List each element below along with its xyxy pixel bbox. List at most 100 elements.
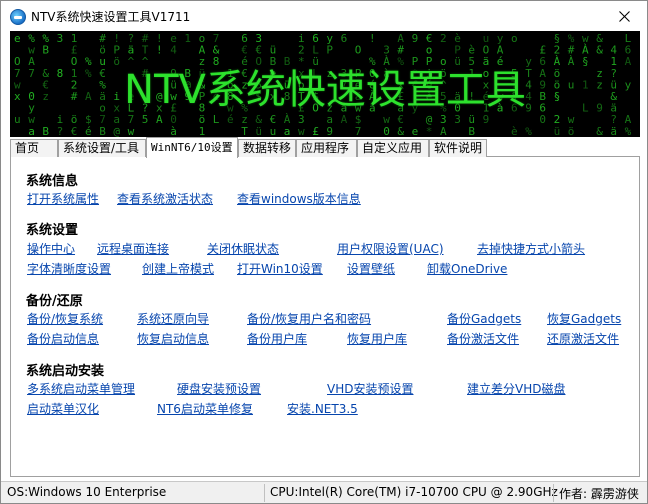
tab-panel-winnt6-10: 系统信息 打开系统属性 查看系统激活状态 查看windows版本信息 系统设置 …: [10, 157, 640, 477]
tab-winnt6-10[interactable]: WinNT6/10设置: [146, 137, 238, 158]
link-backup-user-library[interactable]: 备份用户库: [247, 330, 307, 347]
link-create-diff-vhd[interactable]: 建立差分VHD磁盘: [467, 380, 565, 397]
tab-system-tools[interactable]: 系统设置/工具: [58, 139, 146, 157]
matrix-glyph: w: [298, 125, 305, 137]
matrix-glyph: &: [596, 44, 603, 57]
banner-title: NTV系统快速设置工具: [124, 67, 526, 113]
matrix-glyph: 3: [454, 113, 461, 126]
status-bar: OS:Windows 10 Enterprise CPU:Intel(R) Co…: [1, 481, 647, 503]
link-nt6-boot-repair[interactable]: NT6启动菜单修复: [157, 400, 253, 417]
link-vhd-install-preset[interactable]: VHD安装预设置: [327, 380, 413, 397]
matrix-glyph: *: [426, 125, 433, 137]
link-uninstall-onedrive[interactable]: 卸载OneDrive: [427, 260, 507, 277]
link-hdd-install-preset[interactable]: 硬盘安装预设置: [177, 380, 261, 397]
close-button[interactable]: [601, 1, 647, 31]
app-globe-icon: [10, 9, 26, 25]
matrix-glyph: u: [14, 113, 21, 126]
matrix-glyph: 9: [483, 113, 490, 126]
link-backup-activation-file[interactable]: 备份激活文件: [447, 330, 519, 347]
link-backup-gadgets[interactable]: 备份Gadgets: [447, 310, 521, 327]
matrix-glyph: %: [525, 125, 532, 137]
matrix-glyph: A: [341, 113, 348, 126]
matrix-glyph: à: [170, 125, 177, 137]
tab-help[interactable]: 软件说明: [429, 139, 487, 157]
matrix-glyph: B: [468, 125, 475, 137]
matrix-glyph: 3: [57, 32, 64, 45]
matrix-glyph: 1: [199, 125, 206, 137]
link-view-windows-version[interactable]: 查看windows版本信息: [237, 190, 361, 207]
matrix-glyph: 6: [341, 32, 348, 45]
tab-home[interactable]: 首页: [10, 139, 58, 157]
matrix-glyph: &: [596, 125, 603, 137]
matrix-glyph: 1: [184, 32, 191, 45]
app-window: NTV系统快速设置工具V1711 e%% 3 1 #!? #! e 1 o 7 6 3 i 6 y 6! A 9…: [0, 0, 648, 504]
link-multi-boot-menu[interactable]: 多系统启动菜单管理: [27, 380, 135, 397]
matrix-glyph: é: [227, 113, 234, 126]
link-backup-username-password[interactable]: 备份/恢复用户名和密码: [247, 310, 371, 327]
link-backup-restore-system[interactable]: 备份/恢复系统: [27, 310, 103, 327]
link-restore-user-library[interactable]: 恢复用户库: [347, 330, 407, 347]
matrix-glyph: 0: [383, 125, 390, 137]
tab-data-transfer[interactable]: 数据转移: [238, 139, 296, 157]
matrix-glyph: T: [241, 125, 248, 137]
link-action-center[interactable]: 操作中心: [27, 240, 75, 257]
status-os: OS:Windows 10 Enterprise: [7, 485, 167, 499]
matrix-glyph: B: [42, 44, 49, 57]
link-remove-shortcut-arrow[interactable]: 去掉快捷方式小箭头: [477, 240, 585, 257]
link-view-activation-status[interactable]: 查看系统激活状态: [117, 190, 213, 207]
matrix-glyph: &: [397, 125, 404, 137]
link-restore-activation-file[interactable]: 还原激活文件: [547, 330, 619, 347]
tab-applications[interactable]: 应用程序: [296, 139, 357, 157]
matrix-glyph: é: [85, 125, 92, 137]
matrix-glyph: 7: [355, 125, 362, 137]
section-title-boot: 系统启动安装: [26, 364, 105, 379]
matrix-glyph: 4: [170, 44, 177, 57]
link-system-restore-wizard[interactable]: 系统还原向导: [137, 310, 209, 327]
link-uac-settings[interactable]: 用户权限设置(UAC): [337, 240, 444, 257]
status-separator: [264, 484, 265, 502]
matrix-glyph: !: [369, 32, 376, 45]
matrix-glyph: A: [440, 125, 447, 137]
link-restore-boot-info[interactable]: 恢复启动信息: [137, 330, 209, 347]
matrix-glyph: L: [213, 113, 220, 126]
matrix-glyph: A: [156, 113, 163, 126]
matrix-glyph: €: [71, 125, 78, 137]
status-cpu: CPU:Intel(R) Core(TM) i7-10700 CPU @ 2.9…: [270, 485, 558, 499]
tab-custom-apps[interactable]: 自定义应用: [357, 139, 429, 157]
title-bar[interactable]: NTV系统快速设置工具V1711: [1, 1, 647, 31]
link-set-wallpaper[interactable]: 设置壁纸: [347, 260, 395, 277]
status-separator: [553, 484, 554, 502]
link-font-clarity[interactable]: 字体清晰度设置: [27, 260, 111, 277]
matrix-glyph: 2: [440, 32, 447, 45]
link-backup-boot-info[interactable]: 备份启动信息: [27, 330, 99, 347]
section-title-sysinfo: 系统信息: [26, 174, 79, 189]
link-remote-desktop[interactable]: 远程桌面连接: [97, 240, 169, 257]
matrix-glyph: @: [113, 125, 120, 137]
matrix-glyph: ö: [568, 125, 575, 137]
matrix-glyph: O: [355, 44, 362, 57]
matrix-glyph: o: [511, 32, 518, 45]
matrix-glyph: a: [284, 125, 291, 137]
section-title-syssettings: 系统设置: [26, 223, 79, 238]
matrix-glyph: è: [511, 125, 518, 137]
matrix-glyph: ü: [255, 125, 262, 137]
matrix-glyph: 9: [326, 125, 333, 137]
link-disable-hibernate[interactable]: 关闭休眠状态: [207, 240, 279, 257]
link-open-win10-settings[interactable]: 打开Win10设置: [237, 260, 323, 277]
matrix-glyph: !: [156, 44, 163, 57]
matrix-glyph: B: [99, 125, 106, 137]
banner: e%% 3 1 #!? #! e 1 o 7 6 3 i 6 y 6! A 9 €2 è u y o §% w & Lw B £ ö Pä…: [10, 31, 640, 137]
matrix-glyph: ?: [57, 125, 64, 137]
close-icon: [618, 10, 630, 22]
link-god-mode[interactable]: 创建上帝模式: [142, 260, 214, 277]
window-title: NTV系统快速设置工具V1711: [31, 10, 191, 24]
link-install-net35[interactable]: 安装.NET3.5: [287, 400, 358, 417]
matrix-glyph: ü: [554, 125, 561, 137]
link-restore-gadgets[interactable]: 恢复Gadgets: [547, 310, 621, 327]
matrix-glyph: B: [42, 125, 49, 137]
tab-bar: 首页 系统设置/工具 WinNT6/10设置 数据转移 应用程序 自定义应用 软…: [10, 137, 640, 158]
status-author: 作者: 霹雳游侠: [559, 487, 639, 501]
matrix-glyph: a: [28, 125, 35, 137]
link-open-system-properties[interactable]: 打开系统属性: [27, 190, 99, 207]
link-boot-menu-chinese[interactable]: 启动菜单汉化: [27, 400, 99, 417]
